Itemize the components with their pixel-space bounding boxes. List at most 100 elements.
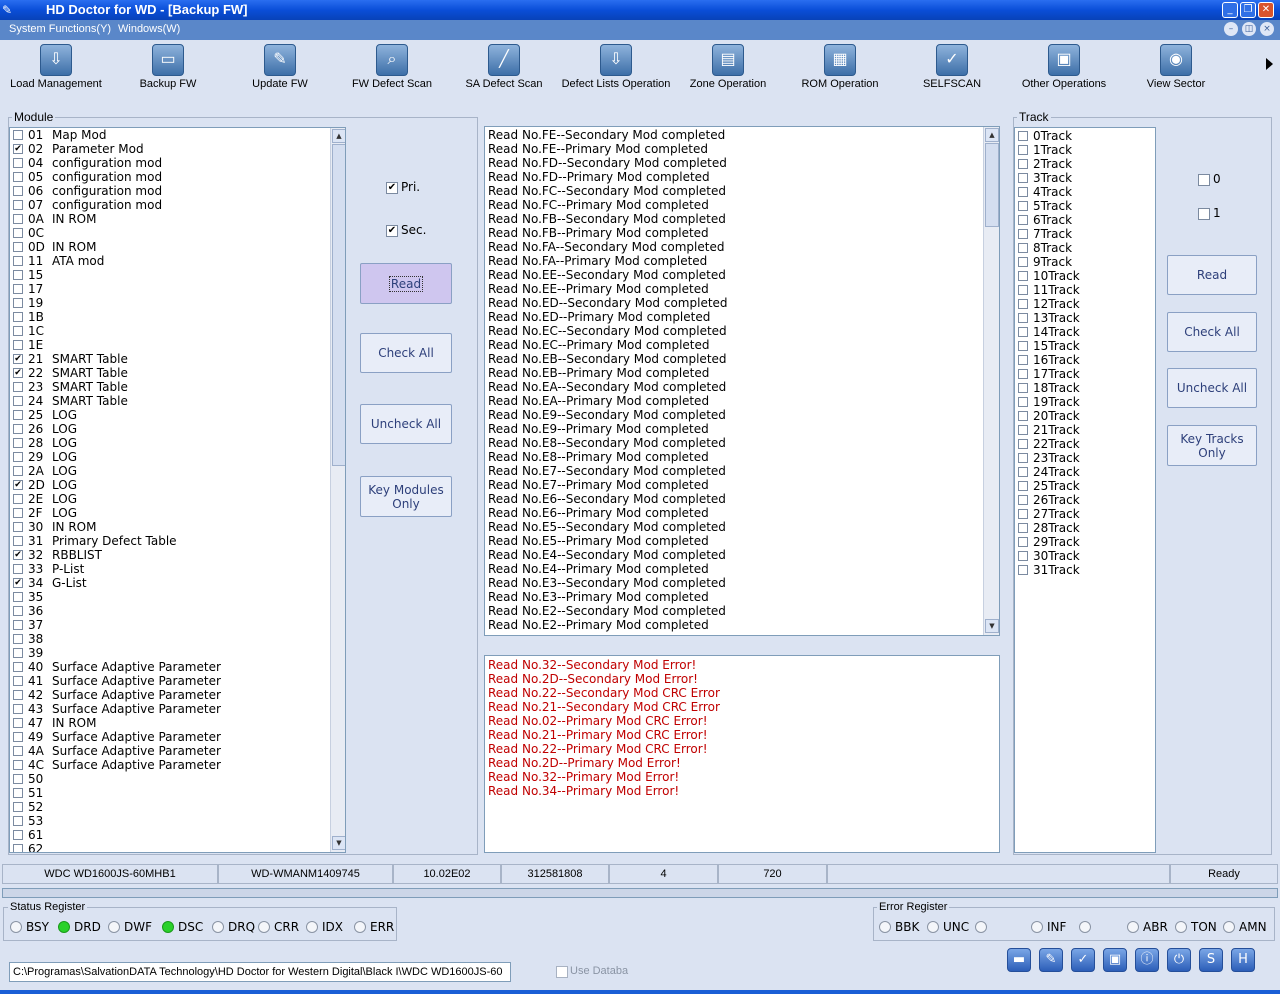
- module-item[interactable]: ✔ 2D LOG: [10, 478, 330, 492]
- module-checkbox[interactable]: [13, 130, 23, 140]
- track-checkbox[interactable]: [1018, 551, 1028, 561]
- module-list[interactable]: 01 Map Mod ✔ 02 Parameter Mod 04 configuration…: [9, 127, 346, 853]
- module-checkbox[interactable]: [13, 690, 23, 700]
- module-item[interactable]: 39: [10, 646, 330, 660]
- module-item[interactable]: 61: [10, 828, 330, 842]
- module-checkbox[interactable]: [13, 494, 23, 504]
- module-item[interactable]: 29 LOG: [10, 450, 330, 464]
- module-checkbox[interactable]: [13, 830, 23, 840]
- track-item[interactable]: 9Track: [1015, 255, 1155, 269]
- track-item[interactable]: 25Track: [1015, 479, 1155, 493]
- track-checkbox[interactable]: [1018, 257, 1028, 267]
- module-item[interactable]: 26 LOG: [10, 422, 330, 436]
- menu-system-functions[interactable]: System Functions(Y): [9, 23, 111, 35]
- module-checkbox[interactable]: [13, 242, 23, 252]
- key-modules-only-button[interactable]: Key Modules Only: [360, 476, 452, 517]
- module-checkbox[interactable]: [13, 746, 23, 756]
- module-item[interactable]: 4A Surface Adaptive Parameter: [10, 744, 330, 758]
- module-item[interactable]: 50: [10, 772, 330, 786]
- track-item[interactable]: 17Track: [1015, 367, 1155, 381]
- module-item[interactable]: 47 IN ROM: [10, 716, 330, 730]
- module-checkbox[interactable]: [13, 648, 23, 658]
- module-item[interactable]: ✔ 22 SMART Table: [10, 366, 330, 380]
- sec-checkbox[interactable]: ✔: [386, 225, 398, 237]
- track-item[interactable]: 19Track: [1015, 395, 1155, 409]
- module-item[interactable]: 38: [10, 632, 330, 646]
- module-item[interactable]: 41 Surface Adaptive Parameter: [10, 674, 330, 688]
- module-checkbox[interactable]: [13, 382, 23, 392]
- module-checkbox[interactable]: [13, 802, 23, 812]
- module-checkbox[interactable]: [13, 718, 23, 728]
- module-checkbox[interactable]: [13, 844, 23, 852]
- track-checkbox[interactable]: [1018, 299, 1028, 309]
- module-item[interactable]: 52: [10, 800, 330, 814]
- uncheck-all-modules-button[interactable]: Uncheck All: [360, 404, 452, 444]
- track-checkbox[interactable]: [1018, 369, 1028, 379]
- module-checkbox[interactable]: [13, 186, 23, 196]
- track-checkbox[interactable]: [1018, 411, 1028, 421]
- track-item[interactable]: 22Track: [1015, 437, 1155, 451]
- track-checkbox[interactable]: [1018, 383, 1028, 393]
- track-checkbox[interactable]: [1018, 327, 1028, 337]
- mdi-minimize-icon[interactable]: –: [1224, 22, 1238, 36]
- module-checkbox[interactable]: [13, 704, 23, 714]
- track-checkbox[interactable]: [1018, 481, 1028, 491]
- module-item[interactable]: 25 LOG: [10, 408, 330, 422]
- module-item[interactable]: 35: [10, 590, 330, 604]
- read-log[interactable]: Read No.FE--Secondary Mod completed Read …: [484, 126, 1000, 636]
- track-item[interactable]: 6Track: [1015, 213, 1155, 227]
- track-item[interactable]: 3Track: [1015, 171, 1155, 185]
- scroll-thumb[interactable]: [332, 144, 345, 466]
- module-checkbox[interactable]: [13, 200, 23, 210]
- track-item[interactable]: 13Track: [1015, 311, 1155, 325]
- pri-checkbox[interactable]: ✔: [386, 182, 398, 194]
- maximize-icon[interactable]: ❐: [1240, 2, 1256, 18]
- track-checkbox[interactable]: [1018, 439, 1028, 449]
- toolbar-button-view-sector[interactable]: ◉ View Sector: [1121, 40, 1231, 96]
- track-item[interactable]: 27Track: [1015, 507, 1155, 521]
- module-checkbox[interactable]: [13, 256, 23, 266]
- track-checkbox[interactable]: [1018, 271, 1028, 281]
- module-checkbox[interactable]: [13, 410, 23, 420]
- track-item[interactable]: 18Track: [1015, 381, 1155, 395]
- track-checkbox[interactable]: [1018, 313, 1028, 323]
- module-checkbox[interactable]: [13, 270, 23, 280]
- toolbar-button-zone-operation[interactable]: ▤ Zone Operation: [673, 40, 783, 96]
- module-item[interactable]: 11 ATA mod: [10, 254, 330, 268]
- track-checkbox[interactable]: [1018, 467, 1028, 477]
- module-checkbox[interactable]: [13, 326, 23, 336]
- toolbar-button-other-operations[interactable]: ▣ Other Operations: [1009, 40, 1119, 96]
- module-checkbox[interactable]: [13, 340, 23, 350]
- module-item[interactable]: ✔ 34 G-List: [10, 576, 330, 590]
- module-checkbox[interactable]: [13, 816, 23, 826]
- toolbar-button-fw-defect-scan[interactable]: ⌕ FW Defect Scan: [337, 40, 447, 96]
- info-icon[interactable]: ⓘ: [1135, 948, 1159, 972]
- module-checkbox[interactable]: ✔: [13, 354, 23, 364]
- module-item[interactable]: 15: [10, 268, 330, 282]
- module-checkbox[interactable]: [13, 620, 23, 630]
- module-item[interactable]: 53: [10, 814, 330, 828]
- minimize-icon[interactable]: _: [1222, 2, 1238, 18]
- module-checkbox[interactable]: [13, 452, 23, 462]
- module-checkbox[interactable]: [13, 508, 23, 518]
- head-0-checkbox[interactable]: [1198, 174, 1210, 186]
- track-checkbox[interactable]: [1018, 425, 1028, 435]
- track-item[interactable]: 5Track: [1015, 199, 1155, 213]
- module-checkbox[interactable]: [13, 606, 23, 616]
- module-checkbox[interactable]: ✔: [13, 368, 23, 378]
- track-item[interactable]: 14Track: [1015, 325, 1155, 339]
- toolbar-button-selfscan[interactable]: ✓ SELFSCAN: [897, 40, 1007, 96]
- track-checkbox[interactable]: [1018, 495, 1028, 505]
- module-item[interactable]: 24 SMART Table: [10, 394, 330, 408]
- track-checkbox[interactable]: [1018, 355, 1028, 365]
- module-item[interactable]: 01 Map Mod: [10, 128, 330, 142]
- track-item[interactable]: 16Track: [1015, 353, 1155, 367]
- module-checkbox[interactable]: ✔: [13, 578, 23, 588]
- module-item[interactable]: 2E LOG: [10, 492, 330, 506]
- track-checkbox[interactable]: [1018, 215, 1028, 225]
- toolbar-button-sa-defect-scan[interactable]: ╱ SA Defect Scan: [449, 40, 559, 96]
- module-checkbox[interactable]: [13, 592, 23, 602]
- track-checkbox[interactable]: [1018, 285, 1028, 295]
- track-checkbox[interactable]: [1018, 341, 1028, 351]
- module-checkbox[interactable]: [13, 676, 23, 686]
